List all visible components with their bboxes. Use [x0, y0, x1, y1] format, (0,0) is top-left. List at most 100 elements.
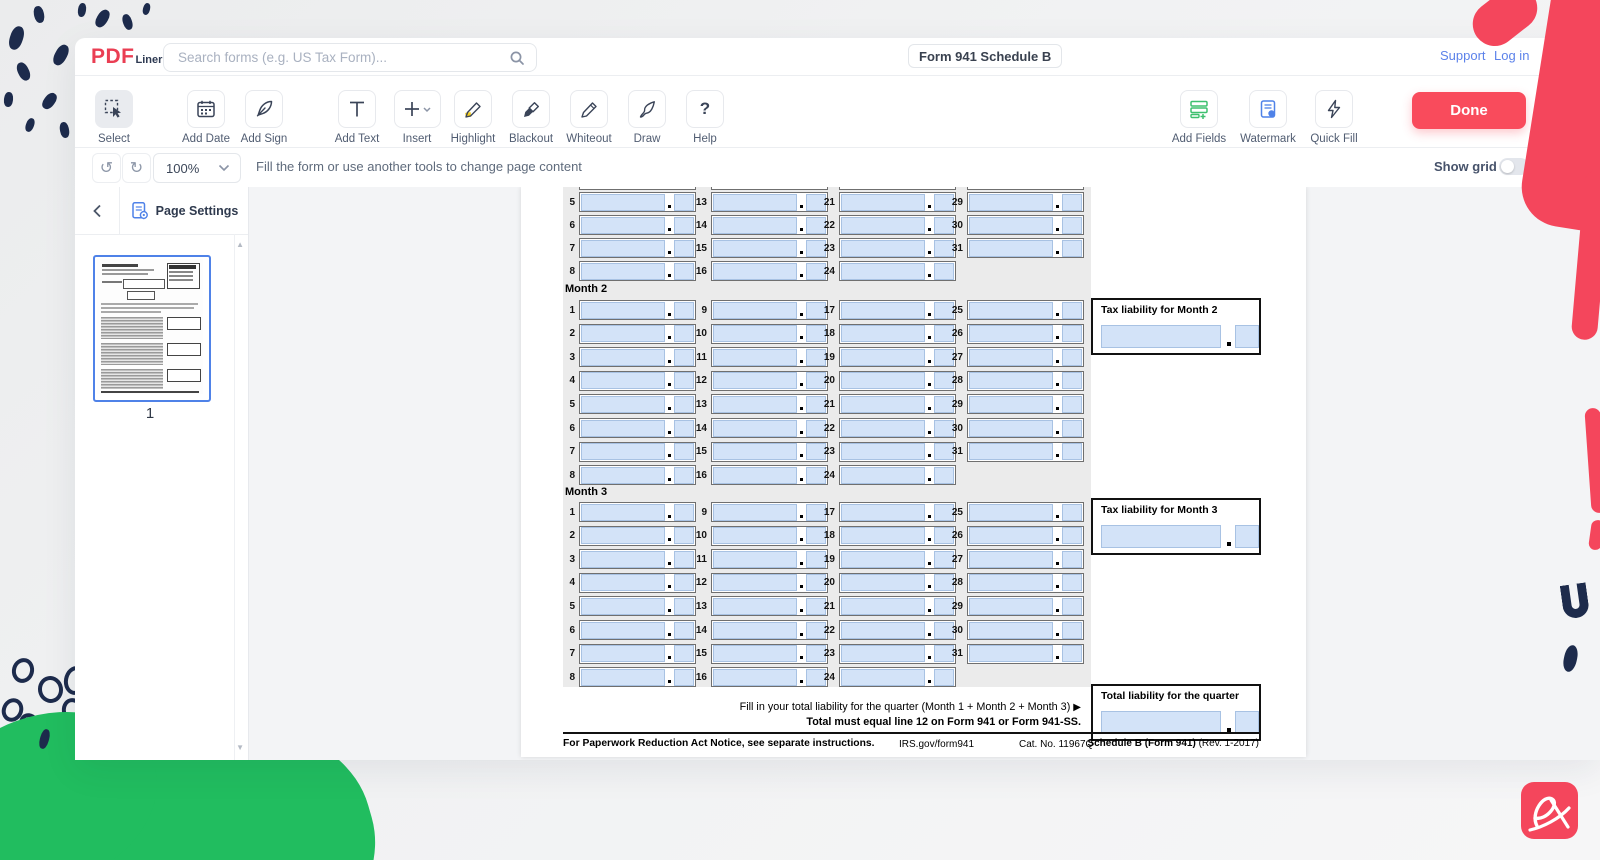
- decimal-dot: [668, 562, 671, 565]
- month3-day-9-dollars-field[interactable]: [713, 504, 797, 521]
- month3-day-20-dollars-field[interactable]: [841, 574, 925, 591]
- month3-day-4-row: 4: [551, 573, 696, 593]
- logo-pdf-text: PDF: [91, 45, 135, 69]
- month3-day-8-dollars-field[interactable]: [581, 669, 665, 686]
- month3-day-25-dollars-field[interactable]: [969, 504, 1053, 521]
- month3-day-13-row: 13: [683, 596, 828, 616]
- search-icon[interactable]: [509, 50, 525, 66]
- month3-day-26-cents-field[interactable]: [1062, 527, 1082, 544]
- month3-day-1-dollars-field[interactable]: [581, 504, 665, 521]
- add-fields-button[interactable]: Add Fields: [1167, 90, 1231, 145]
- watermark-button[interactable]: Watermark: [1236, 90, 1300, 145]
- month3-day-28-cents-field[interactable]: [1062, 574, 1082, 591]
- page-thumbnail[interactable]: [93, 255, 211, 402]
- month3-day-5-dollars-field[interactable]: [581, 598, 665, 615]
- highlight-button[interactable]: Highlight: [441, 90, 505, 145]
- month2-total-cents-field[interactable]: [1235, 325, 1259, 348]
- decimal-dot-zone: [1053, 646, 1062, 661]
- search-input[interactable]: [176, 49, 509, 66]
- month3-day-28-dollars-field[interactable]: [969, 574, 1053, 591]
- month3-day-11-dollars-field[interactable]: [713, 551, 797, 568]
- month3-day-29-box: [967, 596, 1084, 616]
- month3-day-19-dollars-field[interactable]: [841, 551, 925, 568]
- add-text-button[interactable]: Add Text: [325, 90, 389, 145]
- month3-day-29-cents-field[interactable]: [1062, 598, 1082, 615]
- decimal-dot-zone: [1053, 623, 1062, 638]
- undo-button[interactable]: ↺: [92, 153, 121, 183]
- month3-day-30-cents-field[interactable]: [1062, 622, 1082, 639]
- decimal-dot-zone: [665, 670, 674, 685]
- question-mark-icon: ?: [700, 99, 710, 119]
- sidebar-scrollbar[interactable]: [234, 234, 235, 760]
- add-sign-button[interactable]: Add Sign: [232, 90, 296, 145]
- month3-day-18-dollars-field[interactable]: [841, 527, 925, 544]
- month3-day-25-cents-field[interactable]: [1062, 504, 1082, 521]
- month3-day-24-cents-field[interactable]: [934, 669, 954, 686]
- month3-day-17-dollars-field[interactable]: [841, 504, 925, 521]
- month2-total-dollars-field[interactable]: [1101, 325, 1221, 348]
- month3-day-2-dollars-field[interactable]: [581, 527, 665, 544]
- login-link[interactable]: Log in: [1494, 48, 1529, 63]
- select-tool-button[interactable]: Select: [82, 90, 146, 145]
- decimal-dot: [800, 656, 803, 659]
- day-number-label: 14: [683, 625, 707, 636]
- month3-day-31-dollars-field[interactable]: [969, 645, 1053, 662]
- month3-day-21-dollars-field[interactable]: [841, 598, 925, 615]
- day-number-label: 19: [811, 554, 835, 565]
- workspace: Page Settings: [75, 187, 1600, 760]
- month3-day-3-dollars-field[interactable]: [581, 551, 665, 568]
- month3-day-16-dollars-field[interactable]: [713, 669, 797, 686]
- month3-day-26-dollars-field[interactable]: [969, 527, 1053, 544]
- support-link[interactable]: Support: [1440, 48, 1486, 63]
- month3-day-31-box: [967, 644, 1084, 664]
- month3-total-dollars-field[interactable]: [1101, 525, 1221, 548]
- redo-button[interactable]: ↻: [122, 153, 151, 183]
- month3-day-23-row: 23: [811, 644, 956, 664]
- month3-day-7-dollars-field[interactable]: [581, 645, 665, 662]
- zoom-level-select[interactable]: 100%: [153, 153, 241, 183]
- quarter-total-cents-field[interactable]: [1235, 711, 1259, 734]
- draw-button[interactable]: Draw: [615, 90, 679, 145]
- insert-button[interactable]: Insert: [385, 90, 449, 145]
- month3-day-10-row: 10: [683, 526, 828, 546]
- blackout-button[interactable]: Blackout: [499, 90, 563, 145]
- pdfliner-logo[interactable]: PDF Liner: [91, 45, 162, 69]
- month3-day-12-row: 12: [683, 573, 828, 593]
- month3-total-cents-field[interactable]: [1235, 525, 1259, 548]
- month3-day-15-dollars-field[interactable]: [713, 645, 797, 662]
- zoom-level-value: 100%: [166, 161, 218, 176]
- quick-fill-button[interactable]: Quick Fill: [1302, 90, 1366, 145]
- month3-day-31-cents-field[interactable]: [1062, 645, 1082, 662]
- month3-day-12-dollars-field[interactable]: [713, 574, 797, 591]
- page-settings-button[interactable]: Page Settings: [120, 187, 248, 234]
- month3-day-6-dollars-field[interactable]: [581, 622, 665, 639]
- scroll-down-arrow[interactable]: ▼: [236, 743, 244, 752]
- month3-day-22-dollars-field[interactable]: [841, 622, 925, 639]
- scroll-up-arrow[interactable]: ▲: [236, 240, 244, 249]
- month3-day-24-dollars-field[interactable]: [841, 669, 925, 686]
- add-date-button[interactable]: Add Date: [174, 90, 238, 145]
- month3-day-27-dollars-field[interactable]: [969, 551, 1053, 568]
- month3-day-30-dollars-field[interactable]: [969, 622, 1053, 639]
- month3-day-27-cents-field[interactable]: [1062, 551, 1082, 568]
- redo-icon: ↻: [130, 158, 143, 178]
- decor-paint-dab: [51, 42, 72, 67]
- schedule-rev-text: Schedule B (Form 941) (Rev. 1-2017): [1087, 738, 1259, 749]
- month3-day-29-dollars-field[interactable]: [969, 598, 1053, 615]
- month3-day-13-dollars-field[interactable]: [713, 598, 797, 615]
- done-button[interactable]: Done: [1412, 92, 1526, 129]
- month3-day-24-row: 24: [811, 667, 956, 687]
- decimal-dot-zone: [1053, 599, 1062, 614]
- quarter-total-dollars-field[interactable]: [1101, 711, 1221, 734]
- whiteout-button[interactable]: Whiteout: [557, 90, 621, 145]
- month3-day-10-dollars-field[interactable]: [713, 527, 797, 544]
- collapse-sidebar-button[interactable]: [75, 187, 120, 234]
- document-canvas[interactable]: 56781314151621222324293031 1234567891011…: [249, 187, 1600, 760]
- help-button[interactable]: ? Help: [673, 90, 737, 145]
- month3-day-4-dollars-field[interactable]: [581, 574, 665, 591]
- fill-total-instruction: Fill in your total liability for the qua…: [740, 701, 1081, 713]
- month3-day-23-dollars-field[interactable]: [841, 645, 925, 662]
- month3-day-14-dollars-field[interactable]: [713, 622, 797, 639]
- decimal-dot-zone: [665, 528, 674, 543]
- add-date-label: Add Date: [174, 133, 238, 145]
